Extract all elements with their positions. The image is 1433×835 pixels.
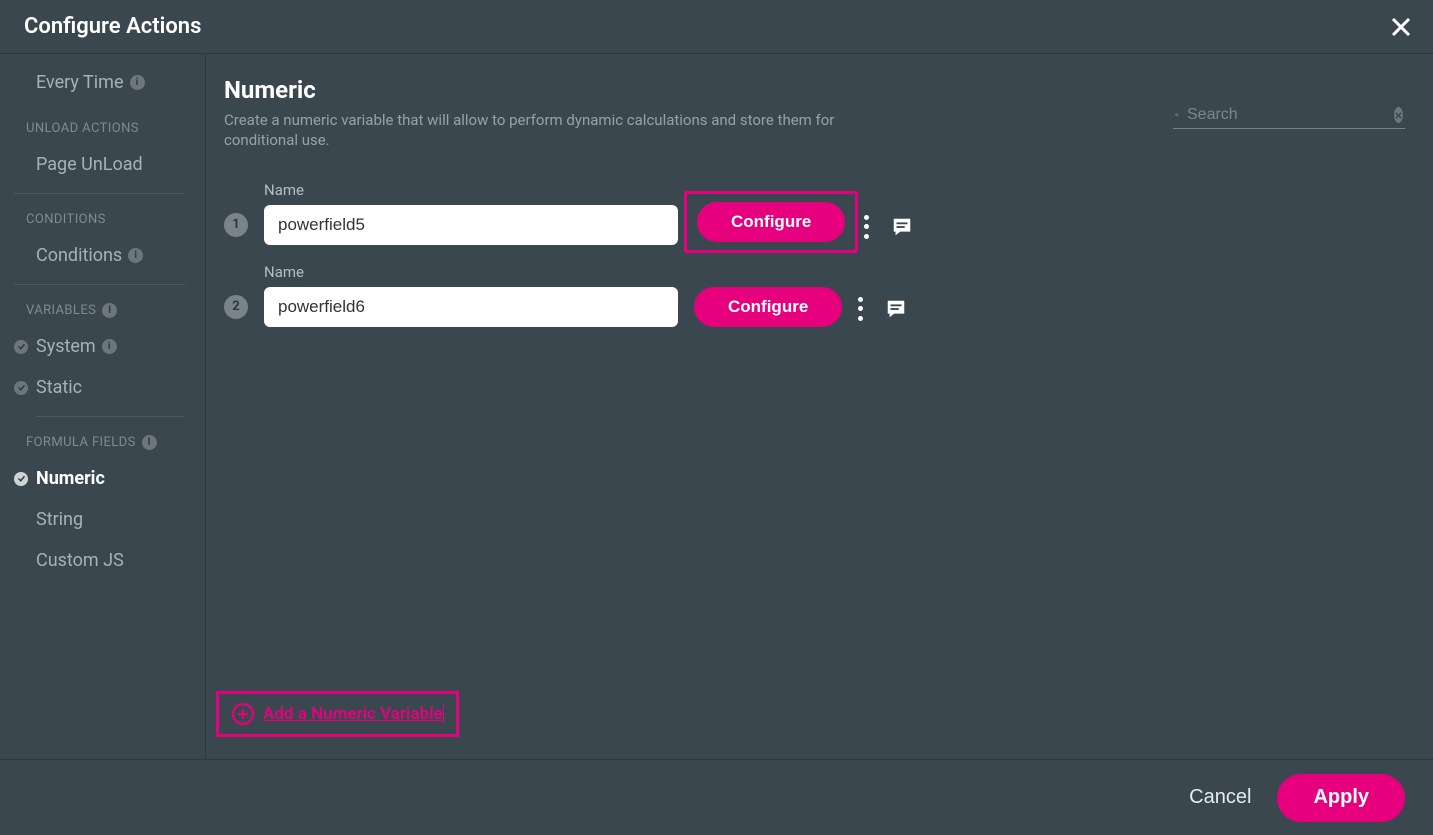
- name-input[interactable]: [264, 205, 678, 245]
- sidebar-item-system[interactable]: System i: [0, 326, 205, 367]
- configure-button[interactable]: Configure: [697, 202, 845, 242]
- variable-row: 2 Name Configure: [224, 263, 1405, 327]
- sidebar-heading-label: FORMULA FIELDS: [26, 435, 136, 450]
- step-badge: 2: [224, 295, 248, 319]
- check-icon: [14, 340, 28, 354]
- info-icon: i: [128, 248, 143, 263]
- sidebar-heading-label: CONDITIONS: [26, 212, 106, 227]
- clear-search-icon[interactable]: [1394, 107, 1403, 123]
- row-actions: [858, 297, 909, 327]
- configure-actions-modal: Configure Actions Every Time i UNLOAD AC…: [0, 0, 1433, 835]
- sidebar-heading-label: UNLOAD ACTIONS: [26, 121, 139, 136]
- configure-highlight: Configure: [684, 191, 858, 253]
- cancel-button[interactable]: Cancel: [1189, 786, 1251, 809]
- sidebar-heading-unload-actions: UNLOAD ACTIONS: [0, 103, 205, 144]
- kebab-menu-icon[interactable]: [858, 297, 863, 321]
- sidebar-item-label: System: [36, 336, 96, 357]
- info-icon: i: [102, 339, 117, 354]
- add-numeric-variable-link[interactable]: Add a Numeric Variable: [216, 691, 459, 737]
- kebab-menu-icon[interactable]: [864, 215, 869, 239]
- sidebar-heading-conditions: CONDITIONS: [0, 194, 205, 235]
- variable-rows: 1 Name Configure 2: [224, 163, 1405, 327]
- main-panel: Numeric Create a numeric variable that w…: [206, 54, 1433, 759]
- name-field: Name: [264, 263, 678, 327]
- sidebar-item-label: Every Time: [36, 72, 124, 93]
- add-link-label: Add a Numeric Variable: [263, 704, 444, 724]
- sidebar-item-label: Conditions: [36, 245, 122, 266]
- info-icon: i: [142, 435, 157, 450]
- configure-button[interactable]: Configure: [694, 287, 842, 327]
- sidebar: Every Time i UNLOAD ACTIONS Page UnLoad …: [0, 54, 206, 759]
- sidebar-item-label: Static: [36, 377, 82, 398]
- plus-circle-icon: [231, 702, 255, 726]
- search-field[interactable]: [1173, 102, 1405, 129]
- sidebar-item-custom-js[interactable]: Custom JS: [0, 540, 205, 581]
- page-description: Create a numeric variable that will allo…: [224, 110, 884, 151]
- sidebar-item-conditions[interactable]: Conditions i: [0, 235, 205, 276]
- row-actions: [864, 215, 915, 245]
- info-icon: i: [102, 303, 117, 318]
- check-icon: [14, 381, 28, 395]
- sidebar-item-page-unload[interactable]: Page UnLoad: [0, 144, 205, 185]
- modal-header: Configure Actions: [0, 0, 1433, 54]
- sidebar-item-label: Page UnLoad: [36, 154, 143, 175]
- name-field: Name: [264, 181, 678, 245]
- comment-icon[interactable]: [889, 216, 915, 238]
- sidebar-item-label: String: [36, 509, 83, 530]
- search-icon: [1175, 107, 1179, 123]
- info-icon: i: [130, 75, 145, 90]
- field-label: Name: [264, 263, 678, 281]
- sidebar-item-static[interactable]: Static: [0, 367, 205, 408]
- modal-footer: Cancel Apply: [0, 759, 1433, 835]
- main-top: Numeric Create a numeric variable that w…: [224, 76, 1405, 151]
- field-label: Name: [264, 181, 678, 199]
- comment-icon[interactable]: [883, 298, 909, 320]
- sidebar-item-every-time[interactable]: Every Time i: [0, 62, 205, 103]
- apply-button[interactable]: Apply: [1277, 774, 1405, 822]
- variable-row: 1 Name Configure: [224, 181, 1405, 245]
- sidebar-heading-label: VARIABLES: [26, 303, 96, 318]
- check-icon: [14, 472, 28, 486]
- sidebar-heading-variables: VARIABLES i: [0, 285, 205, 326]
- modal-body: Every Time i UNLOAD ACTIONS Page UnLoad …: [0, 54, 1433, 759]
- sidebar-heading-formula-fields: FORMULA FIELDS i: [0, 417, 205, 458]
- modal-title: Configure Actions: [24, 14, 201, 39]
- close-icon[interactable]: [1389, 15, 1413, 39]
- step-badge: 1: [224, 213, 248, 237]
- search-input[interactable]: [1187, 106, 1394, 124]
- sidebar-item-label: Numeric: [36, 468, 105, 489]
- name-input[interactable]: [264, 287, 678, 327]
- main-heading-block: Numeric Create a numeric variable that w…: [224, 76, 884, 151]
- sidebar-item-label: Custom JS: [36, 550, 124, 571]
- page-title: Numeric: [224, 76, 884, 104]
- sidebar-item-numeric[interactable]: Numeric: [0, 458, 205, 499]
- sidebar-item-string[interactable]: String: [0, 499, 205, 540]
